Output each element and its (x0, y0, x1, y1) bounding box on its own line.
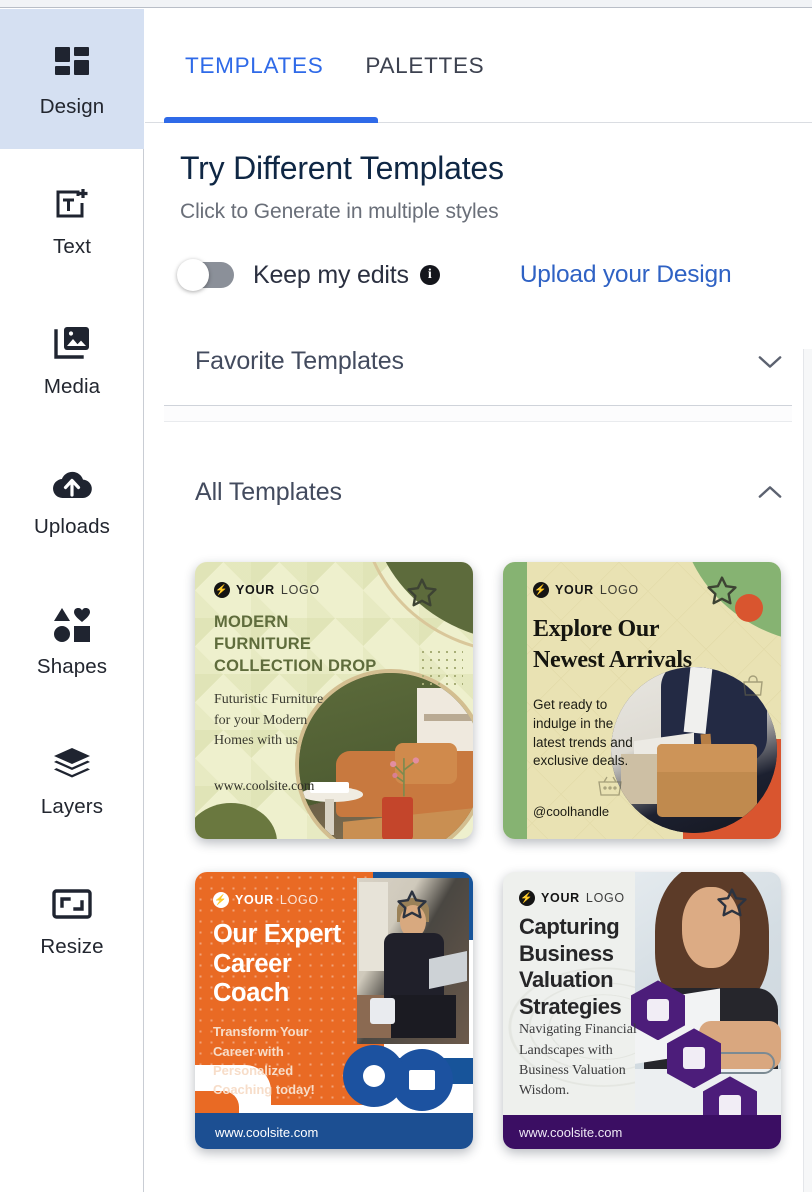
sidebar-item-media[interactable]: Media (0, 289, 144, 429)
template-headline: Explore Our Newest Arrivals (533, 616, 692, 673)
panel-tabs: TEMPLATES PALETTES (145, 9, 812, 123)
logo-brand: YOUR (236, 583, 275, 598)
active-tab-indicator (164, 117, 378, 123)
text-add-icon (49, 181, 95, 227)
sidebar-item-design[interactable]: Design (0, 9, 144, 149)
info-icon[interactable]: i (419, 265, 440, 286)
bolt-icon: ⚡ (213, 892, 229, 909)
template-body: Get ready to indulge in the latest trend… (533, 697, 633, 769)
template-footer: @coolhandle (533, 804, 610, 820)
grid-squares-icon (49, 41, 95, 87)
template-card-business-valuation[interactable]: ⚡ YOUR LOGO Capturing Business Valuation… (503, 872, 781, 1150)
logo-suffix: LOGO (599, 583, 639, 598)
sidebar-item-label: Media (43, 374, 101, 398)
template-headline: MODERN FURNITURE COLLECTION DROP (214, 613, 377, 676)
template-headline: Our Expert Career Coach (213, 920, 341, 1008)
section-divider-gap (164, 406, 792, 423)
upload-your-design-link[interactable]: Upload your Design (520, 261, 732, 289)
shapes-icon (49, 601, 95, 647)
cloud-upload-icon (49, 461, 95, 507)
tab-palettes[interactable]: PALETTES (344, 53, 505, 79)
logo-brand: YOUR (555, 583, 594, 598)
template-body: Transform Your Career with Personalized … (213, 1024, 315, 1098)
template-card-newest-arrivals[interactable]: ⚡ YOUR LOGO Explore Our Newest Arrivals … (503, 562, 781, 840)
sidebar-item-resize[interactable]: Resize (0, 849, 144, 989)
options-row: Keep my edits i Upload your Design (145, 258, 812, 292)
template-card-artwork: ⚡ YOUR LOGO MODERN FURNITURE COLLECTION … (195, 562, 473, 840)
window-top-strip (0, 0, 812, 8)
template-grid: ⚡ YOUR LOGO MODERN FURNITURE COLLECTION … (145, 562, 812, 1150)
template-body: Navigating Financial Landscapes with Bus… (519, 1022, 637, 1099)
layers-icon (49, 741, 95, 787)
app-root: Design Text Media Uploads Shapes Layers … (0, 0, 812, 1192)
logo-suffix: LOGO (280, 583, 320, 598)
image-stack-icon (49, 321, 95, 367)
toggle-knob (177, 259, 209, 292)
bolt-icon: ⚡ (214, 582, 230, 599)
sidebar-item-label: Design (39, 94, 105, 118)
dot-pattern (419, 648, 463, 691)
keep-my-edits-label: Keep my edits (253, 260, 409, 289)
sidebar-item-label: Shapes (36, 654, 108, 678)
sidebar-item-layers[interactable]: Layers (0, 709, 144, 849)
left-band (503, 562, 527, 840)
chevron-down-icon[interactable] (758, 345, 792, 379)
logo-suffix: LOGO (585, 891, 625, 906)
template-card-artwork: ⚡ YOUR LOGO Capturing Business Valuation… (503, 872, 781, 1150)
favorite-star-icon[interactable] (395, 888, 429, 922)
basket-icon (598, 777, 622, 797)
section-title: Favorite Templates (195, 347, 404, 376)
logo-brand: YOUR (541, 891, 580, 906)
decor-circle-1 (343, 1045, 405, 1108)
template-body: Futuristic Furniture for your Modern Hom… (214, 692, 324, 748)
chevron-up-icon[interactable] (758, 475, 792, 509)
section-favorite-templates[interactable]: Favorite Templates (164, 318, 792, 407)
template-card-artwork: ⚡ YOUR LOGO Explore Our Newest Arrivals … (503, 562, 781, 840)
panel-header: Try Different Templates Click to Generat… (145, 123, 812, 224)
sidebar-item-label: Text (53, 234, 91, 258)
favorite-star-icon[interactable] (405, 576, 439, 610)
sidebar-item-text[interactable]: Text (0, 149, 144, 289)
logo-suffix: LOGO (279, 893, 319, 908)
bolt-icon: ⚡ (533, 582, 549, 599)
template-footer: www.coolsite.com (214, 778, 315, 794)
sidebar-item-label: Layers (40, 794, 104, 818)
template-card-artwork: ⚡ YOUR LOGO Our Expert Career Coach Tran… (195, 872, 473, 1150)
handbag-icon (743, 675, 763, 697)
template-footer: www.coolsite.com (215, 1125, 319, 1141)
template-card-career-coach[interactable]: ⚡ YOUR LOGO Our Expert Career Coach Tran… (195, 872, 473, 1150)
sidebar-item-label: Resize (40, 934, 104, 958)
sidebar-item-label: Uploads (34, 514, 110, 538)
keep-my-edits-toggle[interactable] (177, 259, 234, 292)
section-title: All Templates (195, 477, 342, 506)
panel-scrollbar[interactable] (803, 349, 812, 1192)
template-footer: www.coolsite.com (519, 1125, 623, 1141)
template-logo: ⚡ YOUR LOGO (533, 582, 639, 599)
sidebar-item-uploads[interactable]: Uploads (0, 429, 144, 569)
section-all-templates[interactable]: All Templates (164, 448, 792, 536)
logo-brand: YOUR (235, 893, 274, 908)
favorite-star-icon[interactable] (715, 886, 749, 920)
left-sidebar: Design Text Media Uploads Shapes Layers … (0, 9, 144, 1192)
template-logo: ⚡ YOUR LOGO (214, 582, 320, 599)
sidebar-item-shapes[interactable]: Shapes (0, 569, 144, 709)
favorite-star-icon[interactable] (705, 574, 739, 608)
resize-icon (49, 881, 95, 927)
page-subtitle: Click to Generate in multiple styles (180, 200, 499, 224)
template-logo: ⚡ YOUR LOGO (519, 890, 625, 907)
template-card-modern-furniture[interactable]: ⚡ YOUR LOGO MODERN FURNITURE COLLECTION … (195, 562, 473, 840)
template-logo: ⚡ YOUR LOGO (213, 892, 319, 909)
page-title: Try Different Templates (180, 150, 504, 186)
templates-panel: TEMPLATES PALETTES Try Different Templat… (145, 9, 812, 1192)
bolt-icon: ⚡ (519, 890, 535, 907)
tab-templates[interactable]: TEMPLATES (164, 53, 344, 79)
template-headline: Capturing Business Valuation Strategies (519, 914, 622, 1019)
